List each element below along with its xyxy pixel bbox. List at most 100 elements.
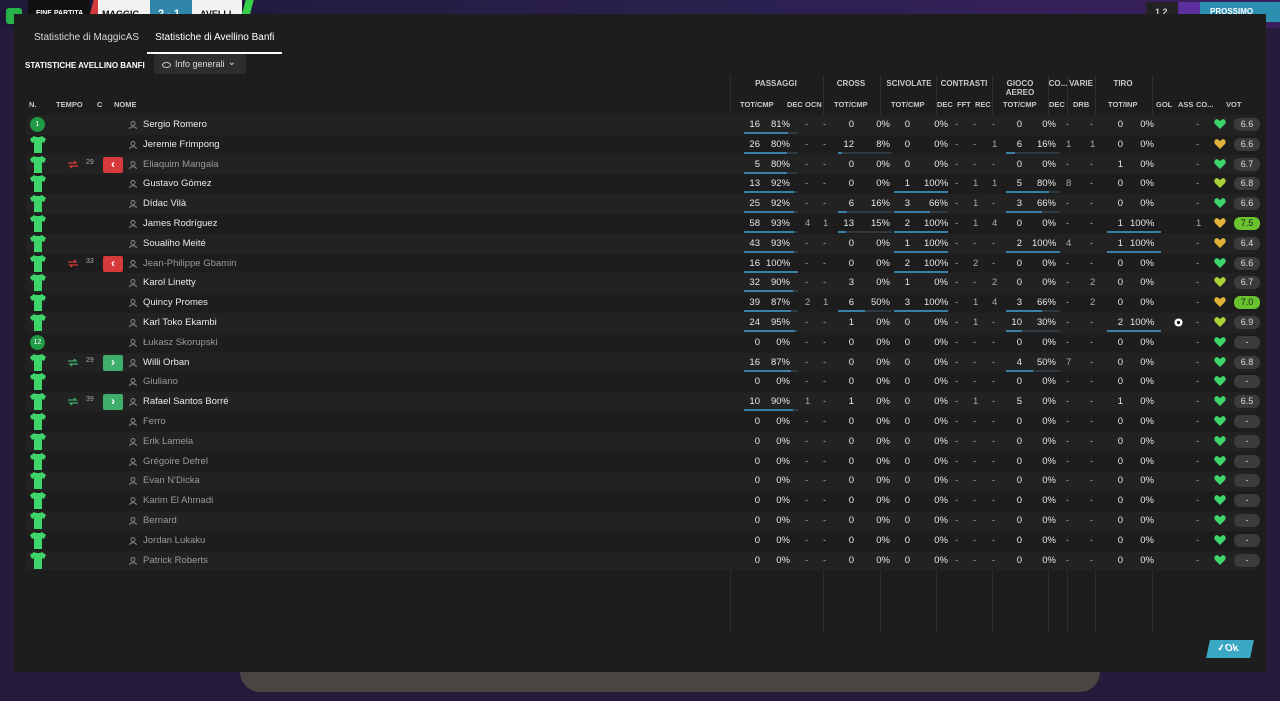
player-name[interactable]: Rafael Santos Borré xyxy=(143,396,229,407)
table-row[interactable]: Soualiho Meité 43 93% - -0 0% 1 100% - - -2 100% 4-1… xyxy=(26,233,1260,254)
shirt-icon xyxy=(30,175,46,193)
header-tempo[interactable]: TEMPO xyxy=(56,100,83,109)
table-row[interactable]: James Rodríguez 58 93% 4 1 13 15% 2 100% -1 4 0 0% - -… xyxy=(26,213,1260,234)
header-con-dec[interactable]: DEC xyxy=(937,100,953,109)
tackles-bar-fill xyxy=(894,211,930,214)
header-number[interactable]: N. xyxy=(29,100,37,109)
recoveries: - xyxy=(992,257,996,269)
ok-button[interactable]: ✓ Ok xyxy=(1206,640,1254,658)
header-nome[interactable]: NOME xyxy=(114,100,137,109)
header-c[interactable]: C xyxy=(97,100,102,109)
shirt-icon xyxy=(30,472,46,490)
header-pass-ocn[interactable]: OCN xyxy=(805,100,822,109)
player-name[interactable]: Jean-Philippe Gbamin xyxy=(143,258,236,269)
table-row[interactable]: Grégoire Defrel 0 0% - -0 0% 0 0% - - -0 0% - -0 0% - - xyxy=(26,451,1260,472)
table-row[interactable]: Ferro 0 0% - -0 0% 0 0% - - -0 0% - -0 0% - - xyxy=(26,411,1260,432)
player-name[interactable]: Sergio Romero xyxy=(143,119,207,130)
header-con-fft[interactable]: FFT xyxy=(957,100,971,109)
player-name[interactable]: Karl Toko Ekambi xyxy=(143,317,217,328)
condition-heart-icon xyxy=(1214,395,1226,407)
header-ass[interactable]: ASS xyxy=(1178,100,1193,109)
passes-total: 58 xyxy=(749,217,760,229)
shots-percent: 0% xyxy=(1140,198,1154,210)
player-name[interactable]: Willi Orban xyxy=(143,357,189,368)
table-row[interactable]: Karl Toko Ekambi 24 95% - -1 0% 0 0% -1-10 30% - -2… xyxy=(26,312,1260,333)
crosses-percent: 0% xyxy=(876,336,890,348)
player-name[interactable]: Dídac Vilà xyxy=(143,198,186,209)
shots-total: 0 xyxy=(1117,277,1123,289)
passes-percent: 93% xyxy=(770,237,790,249)
player-name[interactable]: Patrick Roberts xyxy=(143,555,208,566)
player-name[interactable]: Karim El Ahmadi xyxy=(143,495,213,506)
header-sciv-totcmp[interactable]: TOT/CMP xyxy=(891,100,925,109)
player-name[interactable]: Eliaquim Mangala xyxy=(143,159,219,170)
duels-decisive: - xyxy=(955,316,959,328)
player-name[interactable]: Evan N'Dicka xyxy=(143,475,200,486)
table-row[interactable]: Patrick Roberts 0 0% - -0 0% 0 0% - - -0 0% - -0 0% - - xyxy=(26,550,1260,571)
table-row[interactable]: Evan N'Dicka 0 0% - -0 0% 0 0% - - -0 0% - -0 0% - - xyxy=(26,471,1260,492)
table-row[interactable]: 33 ‹ Jean-Philippe Gbamin 16 100% - -0 0% 2 100% -… xyxy=(26,253,1260,274)
table-row[interactable]: Gustavo Gómez 13 92% - -0 0% 1 100% -1 1 5 80% 8-0 0%… xyxy=(26,174,1260,195)
passes-percent: 0% xyxy=(776,514,790,526)
table-row[interactable]: Giuliano 0 0% - -0 0% 0 0% - - -0 0% - -0 0% - - xyxy=(26,372,1260,393)
header-cross-totcmp[interactable]: TOT/CMP xyxy=(834,100,868,109)
tackles-percent: 0% xyxy=(934,534,948,546)
header-pass-totcmp[interactable]: TOT/CMP xyxy=(740,100,774,109)
player-name[interactable]: Grégoire Defrel xyxy=(143,456,208,467)
header-aereo-totcmp[interactable]: TOT/CMP xyxy=(1003,100,1037,109)
table-row[interactable]: Quincy Promes 39 87% 2 1 6 50% 3 100% -1 4 3 66% -2 0 0… xyxy=(26,293,1260,313)
table-row[interactable]: 29 ‹ Eliaquim Mangala 5 80% - -0 0% 0 0% - - -0 0% - -1… xyxy=(26,154,1260,175)
crosses-total: 0 xyxy=(848,356,854,368)
player-name[interactable]: Giuliano xyxy=(143,376,178,387)
header-gol[interactable]: GOL xyxy=(1156,100,1172,109)
player-name[interactable]: James Rodríguez xyxy=(143,218,217,229)
passes-bar-fill xyxy=(744,211,794,214)
group-contrasti: CONTRASTI xyxy=(940,79,988,88)
table-row[interactable]: 29 › Willi Orban 16 87% - -0 0% 0 0% - - -4 50% 7-0 0% -… xyxy=(26,352,1260,373)
tab-home-stats[interactable]: Statistiche di MaggicAS xyxy=(26,26,147,54)
table-row[interactable]: Bernard 0 0% - -0 0% 0 0% - - -0 0% - -0 0% - - xyxy=(26,510,1260,531)
duels-decisive: - xyxy=(955,198,959,210)
view-select[interactable]: Info generali ⌄ xyxy=(154,54,246,74)
table-row[interactable]: Karol Linetty 32 90% - -3 0% 1 0% - -2 0 0% -2 0 0% -6.… xyxy=(26,273,1260,294)
player-name[interactable]: Quincy Promes xyxy=(143,297,208,308)
duels-decisive: - xyxy=(955,138,959,150)
shots-percent: 0% xyxy=(1140,415,1154,427)
header-co-dec[interactable]: DEC xyxy=(1049,100,1065,109)
header-pass-dec[interactable]: DEC xyxy=(787,100,803,109)
passes-percent: 0% xyxy=(776,475,790,487)
table-row[interactable]: 1 Sergio Romero 16 81% - -0 0% 0 0% - - -0 0% - -0 0% -6… xyxy=(26,115,1260,135)
header-vot[interactable]: VOT xyxy=(1226,100,1241,109)
table-row[interactable]: 12 Łukasz Skorupski 0 0% - -0 0% 0 0% - - -0 0% - -0 0%… xyxy=(26,332,1260,353)
header-con-rec[interactable]: REC xyxy=(975,100,991,109)
duels-decisive: - xyxy=(955,158,959,170)
player-name[interactable]: Karol Linetty xyxy=(143,277,196,288)
tackles-total: 0 xyxy=(904,475,910,487)
player-name[interactable]: Bernard xyxy=(143,515,177,526)
table-row[interactable]: Erik Lamela 0 0% - -0 0% 0 0% - - -0 0% - -0 0% - - xyxy=(26,431,1260,452)
table-row[interactable]: Dídac Vilà 25 92% - -6 16% 3 66% -1-3 66% - -0 0% -6.… xyxy=(26,194,1260,214)
header-condition[interactable]: CO... xyxy=(1196,100,1214,109)
table-row[interactable]: Jeremie Frimpong 26 80% - -12 8% 0 0% - -1 6 16% 1 1 0… xyxy=(26,134,1260,155)
player-name[interactable]: Ferro xyxy=(143,416,166,427)
crosses-percent: 0% xyxy=(876,495,890,507)
player-name[interactable]: Jeremie Frimpong xyxy=(143,139,220,150)
assists: - xyxy=(1196,415,1200,427)
player-name[interactable]: Jordan Lukaku xyxy=(143,535,205,546)
table-row[interactable]: 39 › Rafael Santos Borré 10 90% 1-1 0% 0 0% -1-5 0… xyxy=(26,392,1260,412)
fouls: - xyxy=(973,237,977,249)
player-name[interactable]: Łukasz Skorupski xyxy=(143,337,217,348)
table-row[interactable]: Karim El Ahmadi 0 0% - -0 0% 0 0% - - -0 0% - -0 0% - - xyxy=(26,491,1260,511)
shots-percent: 0% xyxy=(1140,138,1154,150)
tab-away-stats[interactable]: Statistiche di Avellino Banfi xyxy=(147,26,283,54)
crosses-total: 0 xyxy=(848,119,854,130)
dribbles: - xyxy=(1090,554,1094,566)
player-name[interactable]: Gustavo Gómez xyxy=(143,178,212,189)
player-name[interactable]: Erik Lamela xyxy=(143,436,193,447)
player-name[interactable]: Soualiho Meité xyxy=(143,238,206,249)
table-row[interactable]: Jordan Lukaku 0 0% - -0 0% 0 0% - - -0 0% - -0 0% - - xyxy=(26,530,1260,551)
header-drb[interactable]: DRB xyxy=(1073,100,1089,109)
sub-out-arrow-icon: ‹ xyxy=(103,156,123,173)
dribbles: - xyxy=(1090,119,1094,130)
header-tiro-totinp[interactable]: TOT/INP xyxy=(1108,100,1137,109)
